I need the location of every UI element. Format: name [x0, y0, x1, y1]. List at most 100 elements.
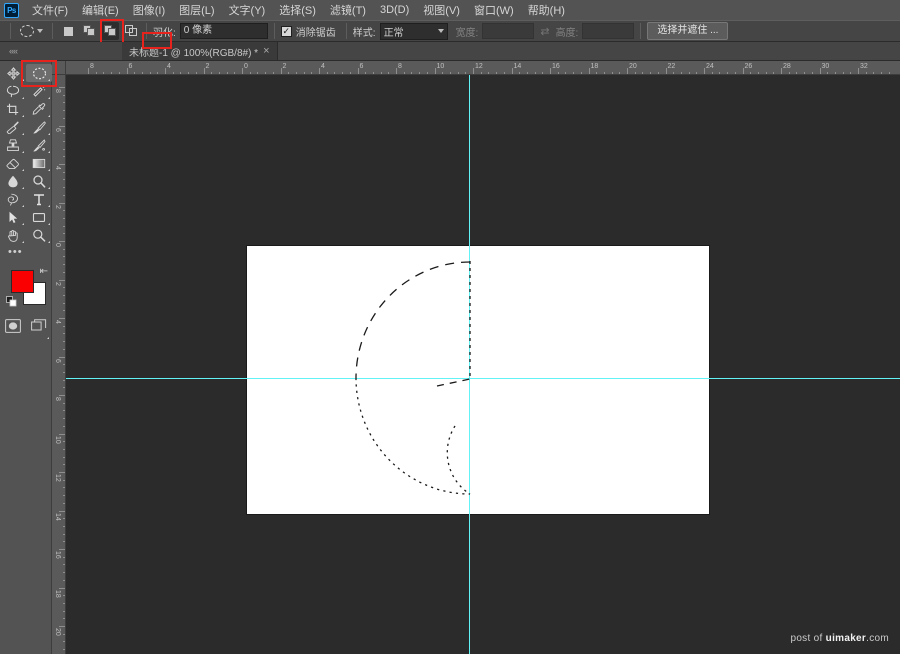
photoshop-logo-icon: Ps	[4, 2, 19, 18]
new-selection-icon	[63, 26, 73, 36]
tool-submenu-indicator	[48, 79, 50, 81]
menu-item-3d[interactable]: 3D(D)	[373, 2, 416, 18]
quick-selection-tool-button[interactable]	[26, 82, 52, 100]
swap-width-height-icon[interactable]: ⇄	[540, 25, 549, 38]
height-input[interactable]	[582, 23, 635, 39]
tool-submenu-indicator	[22, 133, 24, 135]
menu-item-select[interactable]: 选择(S)	[272, 0, 323, 20]
zoom-tool-button[interactable]	[26, 226, 52, 244]
add-to-selection-icon	[82, 25, 96, 37]
ruler-tick	[59, 626, 65, 627]
edit-toolbar-button[interactable]: •••	[0, 244, 51, 260]
select-and-mask-button[interactable]: 选择并遮住 ...	[647, 22, 729, 40]
menu-item-edit[interactable]: 编辑(E)	[75, 0, 126, 20]
tool-submenu-indicator	[48, 169, 50, 171]
ruler-label: 8	[54, 89, 61, 93]
tool-row	[0, 190, 52, 208]
type-tool-button[interactable]	[26, 190, 52, 208]
feather-input[interactable]: 0 像素	[179, 23, 268, 39]
ruler-label: 6	[359, 63, 364, 70]
intersect-with-selection-icon	[124, 25, 138, 37]
tool-preset-picker[interactable]	[17, 24, 46, 38]
ruler-corner[interactable]	[52, 61, 66, 75]
horizontal-ruler[interactable]: 8 6 4 2 0 2 4 6 8 10 12 14 16 18 20 22 24 26 28 30 32	[66, 61, 900, 75]
crop-tool-button[interactable]	[0, 100, 26, 118]
menu-item-image[interactable]: 图像(I)	[126, 0, 172, 20]
ruler-label: 22	[667, 63, 676, 70]
gradient-tool-button[interactable]	[26, 154, 52, 172]
antialias-checkbox[interactable]: ✓	[280, 25, 292, 37]
healing-brush-tool-button[interactable]	[0, 118, 26, 136]
swap-colors-icon[interactable]: ⇤	[40, 266, 48, 277]
document-canvas[interactable]	[247, 246, 709, 514]
options-divider	[52, 23, 53, 39]
tool-submenu-indicator	[47, 336, 49, 339]
menu-bar: Ps 文件(F) 编辑(E) 图像(I) 图层(L) 文字(Y) 选择(S) 滤…	[0, 0, 900, 20]
intersect-with-selection-button[interactable]	[122, 22, 140, 40]
ruler-label: 2	[282, 63, 287, 70]
options-divider	[345, 23, 347, 39]
quick-mask-mode-button[interactable]	[5, 318, 21, 338]
close-icon[interactable]: ×	[263, 45, 269, 57]
default-colors-icon[interactable]	[6, 294, 17, 312]
pen-tool-button[interactable]	[0, 190, 26, 208]
canvas-work-area[interactable]	[66, 75, 900, 654]
menu-item-file[interactable]: 文件(F)	[25, 0, 75, 20]
tool-row	[0, 154, 52, 172]
elliptical-marquee-tool-button[interactable]	[26, 64, 52, 82]
vertical-ruler[interactable]: 8 6 4 2 0 2 4 6 8 10 12 14 16 18 20	[52, 75, 66, 654]
ruler-label: 4	[54, 320, 61, 324]
dodge-tool-button[interactable]	[26, 172, 52, 190]
ruler-label: 30	[821, 63, 830, 70]
tool-row	[0, 60, 57, 87]
ruler-tick	[357, 68, 359, 74]
ruler-tick	[473, 68, 474, 74]
blur-tool-button[interactable]	[0, 172, 26, 190]
lasso-tool-button[interactable]	[0, 82, 26, 100]
vertical-guide[interactable]	[469, 75, 470, 654]
add-to-selection-button[interactable]	[80, 22, 98, 40]
ruler-tick	[203, 68, 205, 74]
ruler-label: 16	[54, 551, 61, 559]
watermark: post of uimaker.com	[790, 633, 889, 644]
document-tab[interactable]: 未标题-1 @ 100%(RGB/8#) * ×	[122, 32, 278, 60]
ruler-label: 14	[54, 512, 61, 521]
move-tool-button[interactable]	[0, 64, 26, 82]
ruler-label: 2	[205, 63, 210, 70]
tool-submenu-indicator	[22, 223, 24, 225]
menu-item-layer[interactable]: 图层(L)	[172, 0, 221, 20]
width-input[interactable]	[482, 23, 535, 39]
clone-stamp-tool-button[interactable]	[0, 136, 26, 154]
menu-item-window[interactable]: 窗口(W)	[467, 0, 521, 20]
screen-mode-button[interactable]	[31, 318, 49, 339]
ruler-tick	[165, 68, 166, 74]
ruler-tick	[59, 241, 65, 242]
foreground-color-swatch[interactable]	[11, 270, 34, 293]
tool-submenu-indicator	[48, 133, 50, 135]
horizontal-guide[interactable]	[66, 378, 900, 379]
hand-tool-button[interactable]	[0, 226, 26, 244]
tabbar-spacer	[26, 42, 122, 60]
subtract-from-selection-button[interactable]	[101, 22, 119, 40]
rectangle-shape-tool-button[interactable]	[26, 208, 52, 226]
tool-submenu-indicator	[22, 205, 24, 207]
eyedropper-tool-button[interactable]	[26, 100, 52, 118]
style-select[interactable]: 正常	[379, 22, 448, 40]
ruler-label: 4	[54, 166, 61, 170]
eraser-tool-button[interactable]	[0, 154, 26, 172]
history-brush-tool-button[interactable]	[26, 136, 52, 154]
ruler-tick	[319, 68, 320, 74]
menu-item-filter[interactable]: 滤镜(T)	[323, 0, 373, 20]
ruler-tick	[511, 68, 513, 74]
path-selection-tool-button[interactable]	[0, 208, 26, 226]
ruler-tick	[59, 433, 65, 435]
options-divider	[146, 23, 147, 39]
ruler-tick	[550, 68, 551, 74]
collapse-panel-icon[interactable]: ««	[0, 42, 26, 60]
brush-tool-button[interactable]	[26, 118, 52, 136]
menu-item-help[interactable]: 帮助(H)	[521, 0, 572, 20]
ruler-tick	[665, 68, 667, 74]
menu-item-view[interactable]: 视图(V)	[416, 0, 467, 20]
new-selection-button[interactable]	[59, 22, 77, 40]
menu-item-type[interactable]: 文字(Y)	[222, 0, 273, 20]
